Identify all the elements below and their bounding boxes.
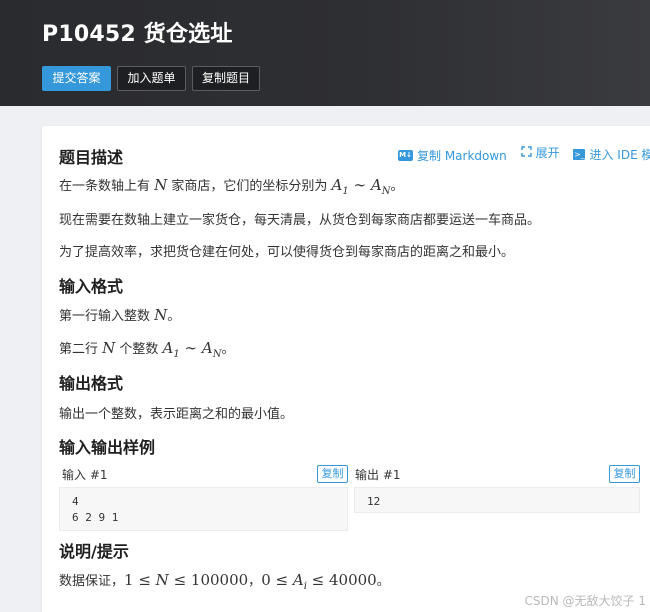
copy-markdown-link[interactable]: M↓ 复制 Markdown	[398, 147, 507, 164]
csdn-watermark: CSDN @无敌大饺子 1	[524, 594, 646, 608]
sample-output-label: 输出 #1	[355, 468, 401, 482]
description-heading: 题目描述	[59, 148, 124, 167]
problem-toolbar: M↓ 复制 Markdown 展开 >_ 进入 IDE 模式	[398, 144, 650, 164]
problem-card	[42, 126, 650, 612]
input-format-heading: 输入格式	[59, 277, 124, 296]
output-format-line-1: 输出一个整数，表示距离之和的最小值。	[59, 407, 294, 422]
description-paragraph-2: 现在需要在数轴上建立一家货仓，每天清晨，从货仓到每家商店都要运送一车商品。	[59, 213, 541, 228]
sample-output-box[interactable]: 12	[354, 487, 640, 513]
copy-sample-output-button[interactable]: 复制	[609, 465, 640, 483]
submit-answer-button[interactable]: 提交答案	[42, 66, 111, 91]
hint-heading: 说明/提示	[59, 542, 129, 561]
expand-link[interactable]: 展开	[520, 144, 560, 161]
ide-mode-label: 进入 IDE 模式	[589, 147, 650, 162]
description-paragraph-1: 在一条数轴上有 N 家商店，它们的坐标分别为 A1 ∼ AN。	[59, 176, 404, 197]
add-to-list-button[interactable]: 加入题单	[117, 66, 186, 91]
hint-line: 数据保证，1 ≤ N ≤ 100000，0 ≤ Ai ≤ 40000。	[59, 571, 390, 592]
terminal-icon: >_	[573, 148, 586, 160]
ide-mode-link[interactable]: >_ 进入 IDE 模式	[573, 146, 650, 163]
copy-markdown-label: 复制 Markdown	[417, 148, 507, 163]
sample-input-label: 输入 #1	[62, 468, 108, 482]
input-format-line-2: 第二行 N 个整数 A1 ∼ AN。	[59, 339, 235, 360]
sample-input-box[interactable]: 4 6 2 9 1	[59, 487, 348, 531]
expand-icon	[520, 145, 532, 160]
copy-sample-input-button[interactable]: 复制	[317, 465, 348, 483]
page-title: P10452 货仓选址	[42, 22, 233, 47]
samples-heading: 输入输出样例	[59, 438, 156, 457]
expand-label: 展开	[535, 146, 560, 160]
input-format-line-1: 第一行输入整数 N。	[59, 306, 181, 324]
copy-problem-button[interactable]: 复制题目	[192, 66, 260, 91]
description-paragraph-3: 为了提高效率，求把货仓建在何处，可以使得货仓到每家商店的距离之和最小。	[59, 245, 515, 260]
output-format-heading: 输出格式	[59, 374, 124, 393]
problem-header: P10452 货仓选址 提交答案 加入题单 复制题目	[0, 0, 650, 106]
markdown-icon: M↓	[398, 149, 413, 161]
